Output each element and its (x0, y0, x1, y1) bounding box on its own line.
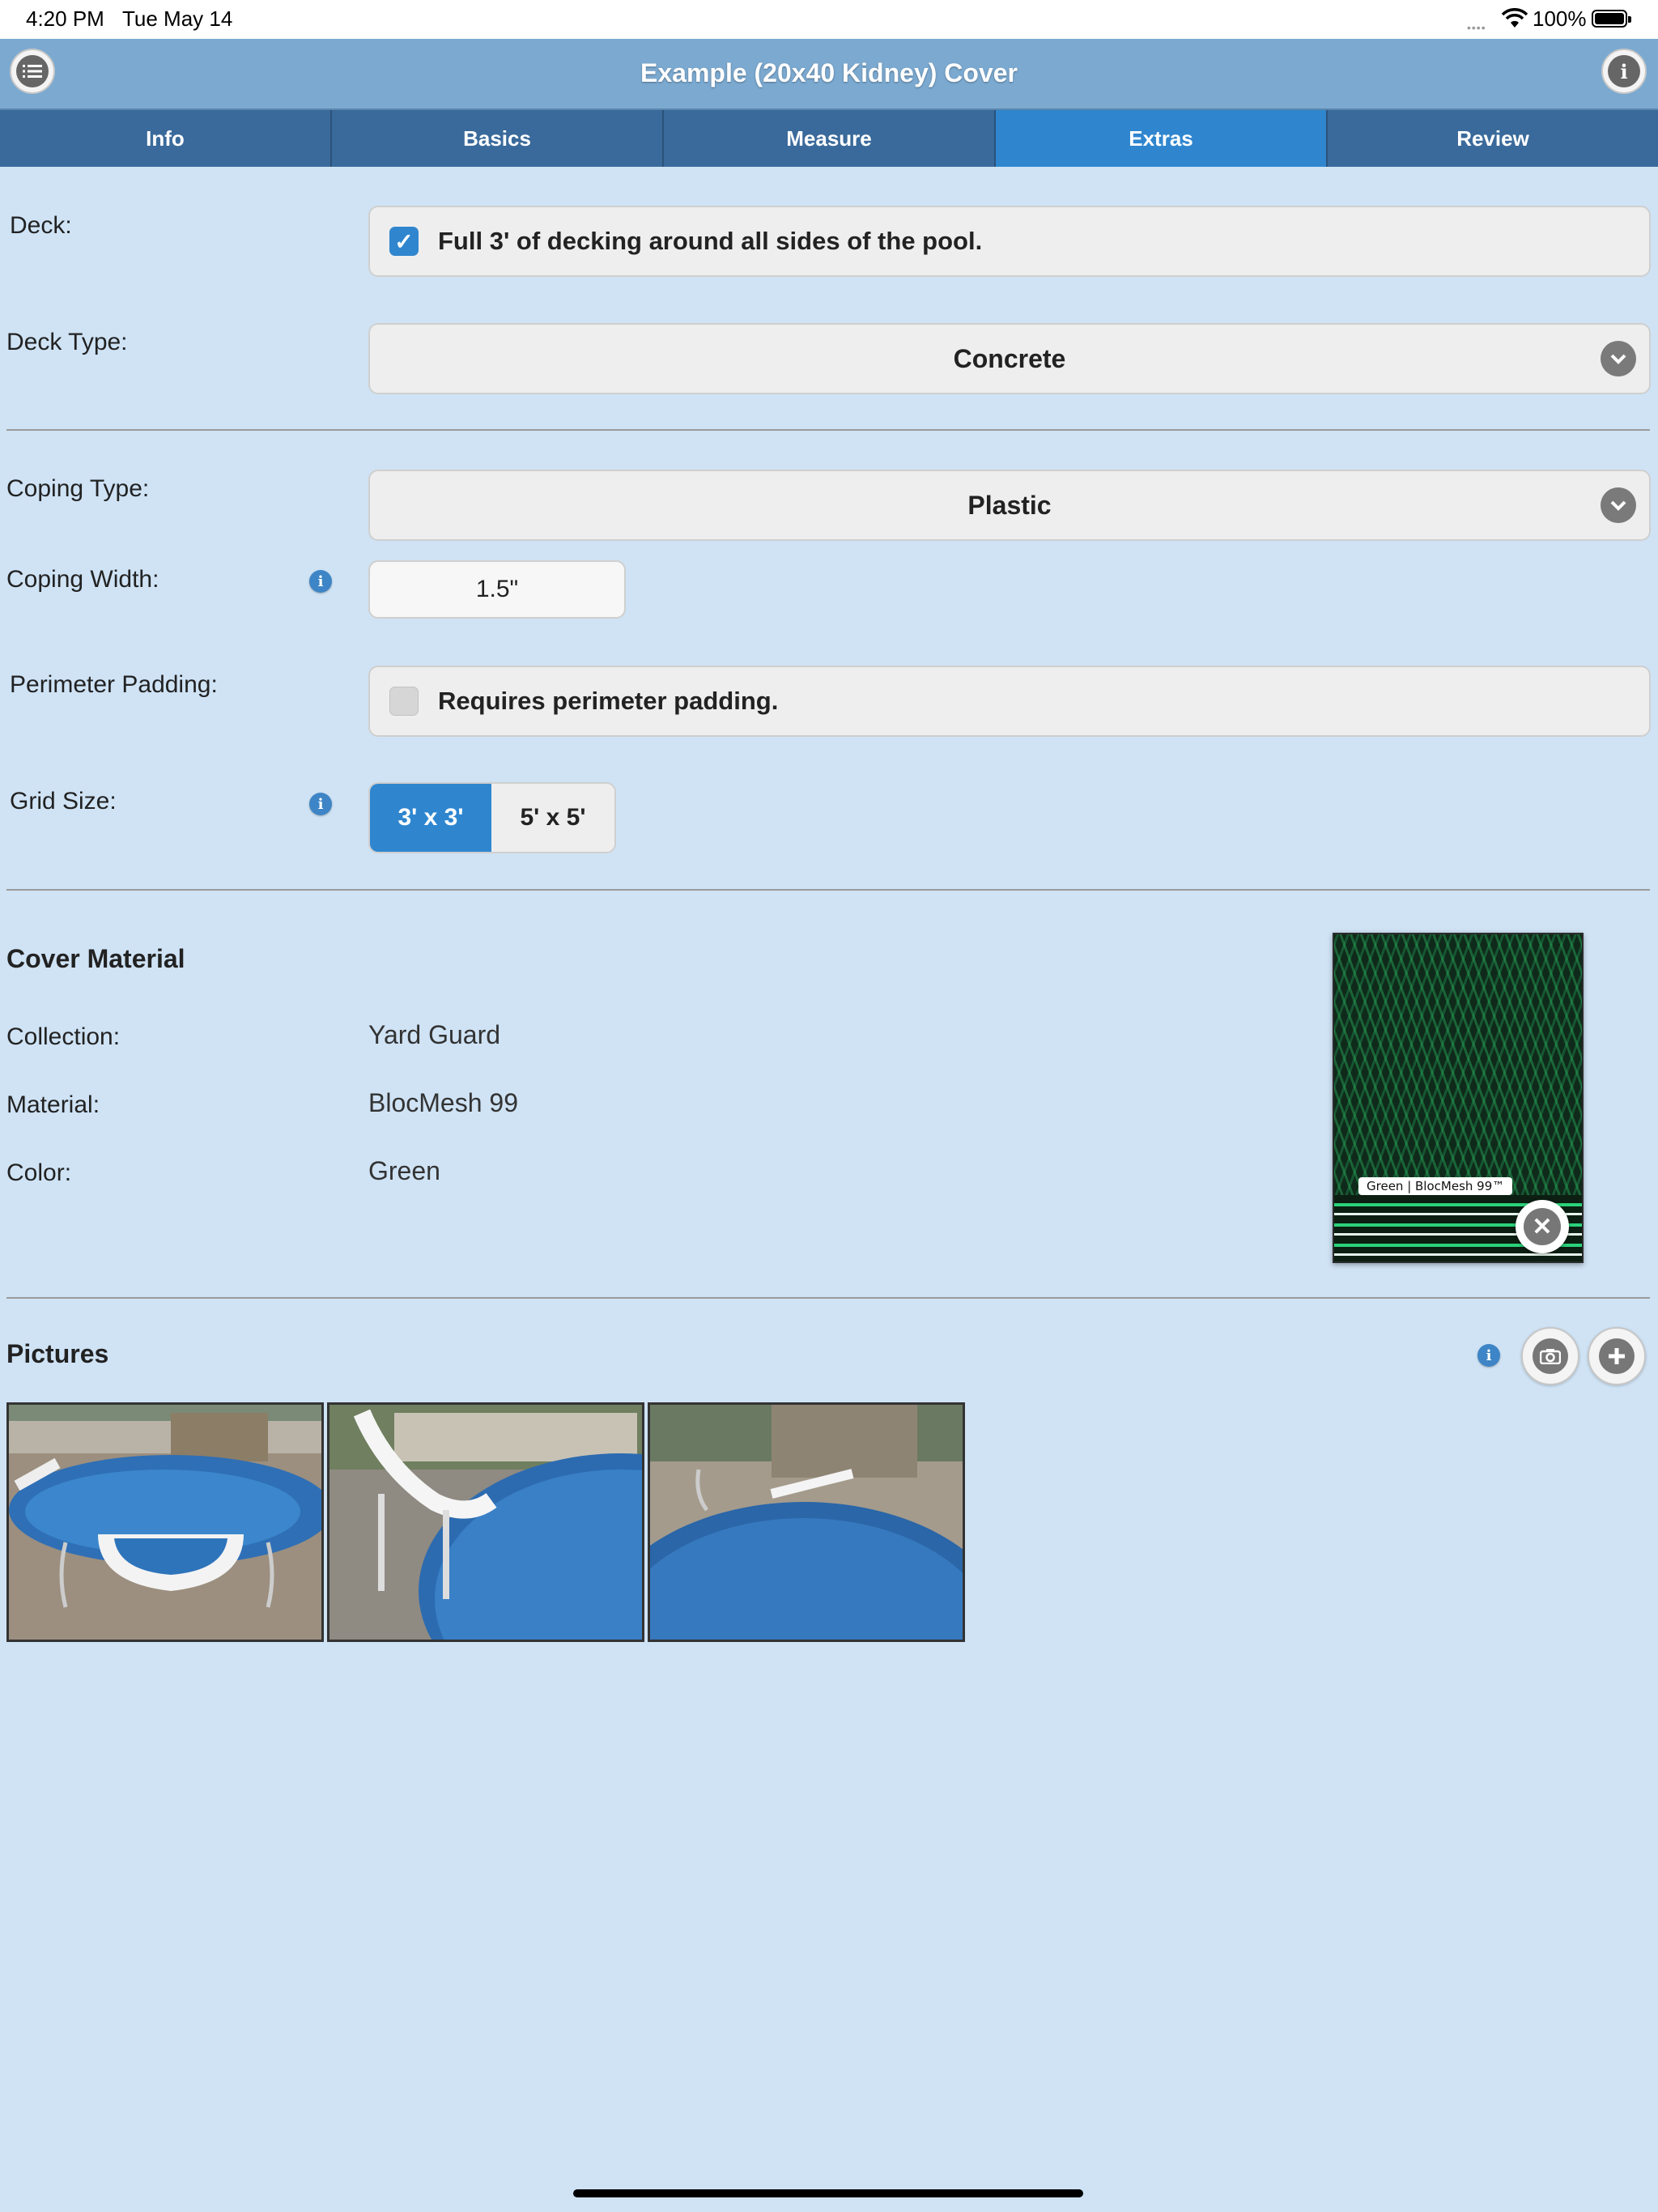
grid-size-option-5x5[interactable]: 5' x 5' (491, 784, 614, 852)
deck-type-value: Concrete (953, 344, 1066, 373)
pictures-heading: Pictures (6, 1339, 109, 1368)
deck-checkbox-row[interactable]: ✓ Full 3' of decking around all sides of… (368, 206, 1651, 277)
chevron-down-icon (1601, 341, 1636, 376)
collection-label: Collection: (6, 1023, 121, 1050)
info-button[interactable]: i (1601, 49, 1647, 94)
pool-photo-2[interactable] (327, 1402, 644, 1642)
material-value: BlocMesh 99 (368, 1088, 518, 1117)
grid-size-info-icon[interactable]: i (309, 793, 332, 815)
battery-icon (1592, 10, 1631, 28)
swatch-label: Green | BlocMesh 99™ (1358, 1177, 1513, 1195)
page-title: Example (20x40 Kidney) Cover (640, 58, 1018, 87)
info-icon: i (1608, 55, 1640, 87)
coping-type-value: Plastic (967, 491, 1052, 520)
status-time: 4:20 PM (26, 6, 104, 31)
pool-photo-3[interactable] (648, 1402, 965, 1642)
tab-extras[interactable]: Extras (996, 110, 1328, 167)
status-date: Tue May 14 (122, 6, 233, 31)
material-swatch-image[interactable]: Green | BlocMesh 99™ ✕ (1333, 933, 1584, 1263)
tab-measure[interactable]: Measure (664, 110, 996, 167)
deck-checkbox-text: Full 3' of decking around all sides of t… (438, 227, 983, 255)
coping-width-input[interactable]: 1.5" (368, 560, 626, 619)
grid-size-segmented-control: 3' x 3' 5' x 5' (368, 782, 616, 853)
status-bar: 4:20 PM Tue May 14 •••• 100% (0, 0, 1658, 39)
material-label: Material: (6, 1091, 100, 1118)
plus-icon (1599, 1338, 1635, 1374)
cover-material-heading: Cover Material (6, 944, 185, 973)
tab-bar: Info Basics Measure Extras Review (0, 110, 1658, 167)
grid-size-option-3x3[interactable]: 3' x 3' (370, 784, 491, 852)
divider (6, 429, 1650, 431)
deck-type-select[interactable]: Concrete (368, 323, 1651, 394)
perimeter-padding-checkbox-row[interactable]: Requires perimeter padding. (368, 666, 1651, 737)
camera-button[interactable] (1521, 1327, 1579, 1385)
tab-basics[interactable]: Basics (332, 110, 664, 167)
close-icon: ✕ (1524, 1208, 1561, 1245)
tab-info[interactable]: Info (0, 110, 332, 167)
color-value: Green (368, 1156, 440, 1185)
collection-value: Yard Guard (368, 1020, 501, 1049)
tab-review[interactable]: Review (1328, 110, 1658, 167)
deck-label: Deck: (10, 212, 72, 239)
signal-dots-icon: •••• (1467, 21, 1486, 34)
remove-material-button[interactable]: ✕ (1516, 1200, 1569, 1253)
coping-width-label: Coping Width: (6, 566, 159, 593)
home-indicator (573, 2189, 1083, 2197)
perimeter-padding-text: Requires perimeter padding. (438, 687, 779, 715)
coping-type-label: Coping Type: (6, 475, 150, 502)
divider (6, 1297, 1650, 1299)
pictures-info-icon[interactable]: i (1477, 1344, 1500, 1367)
coping-width-info-icon[interactable]: i (309, 570, 332, 593)
chevron-down-icon (1601, 487, 1636, 523)
perimeter-padding-checkbox[interactable] (389, 687, 419, 716)
wifi-icon (1501, 8, 1528, 28)
divider (6, 889, 1650, 891)
pool-photo-1[interactable] (6, 1402, 324, 1642)
battery-percent: 100% (1533, 6, 1587, 31)
camera-icon (1533, 1338, 1568, 1374)
color-label: Color: (6, 1159, 72, 1186)
add-picture-button[interactable] (1588, 1327, 1646, 1385)
header-bar: Example (20x40 Kidney) Cover i (0, 39, 1658, 110)
deck-checkbox[interactable]: ✓ (389, 227, 419, 256)
grid-size-label: Grid Size: (10, 788, 117, 815)
coping-type-select[interactable]: Plastic (368, 470, 1651, 541)
perimeter-padding-label: Perimeter Padding: (10, 671, 218, 698)
deck-type-label: Deck Type: (6, 329, 128, 355)
